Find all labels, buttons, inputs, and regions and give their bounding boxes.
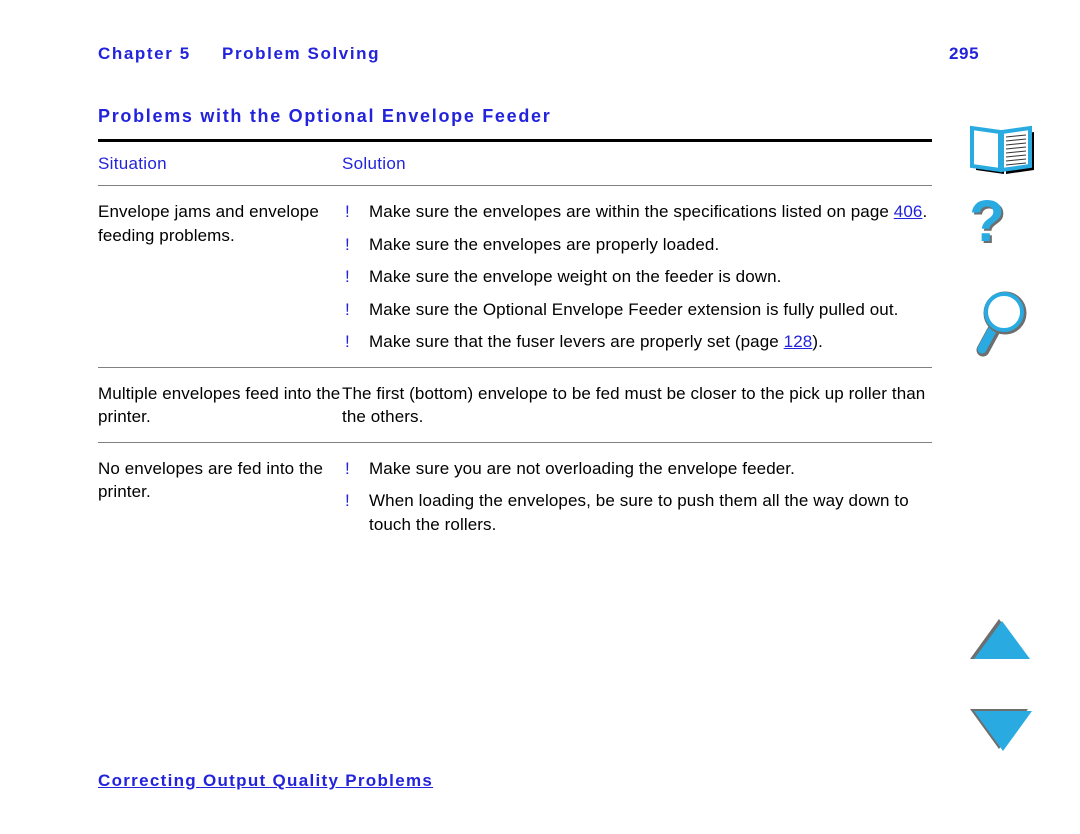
problems-table: Situation Solution Envelope jams and env… [98, 139, 932, 549]
bullet-text-tail: ). [812, 332, 823, 351]
bullet-marker-icon: ! [345, 267, 350, 286]
triangle-up-icon[interactable] [955, 615, 1047, 668]
bullet-text: Make sure that the fuser levers are prop… [369, 332, 784, 351]
bullet-marker-icon: ! [345, 458, 350, 478]
page-header: Chapter 5 Problem Solving 295 [98, 44, 998, 70]
bullet-text: When loading the envelopes, be sure to p… [369, 491, 909, 534]
bullet-marker-icon: ! [345, 234, 350, 254]
table-row: Multiple envelopes feed into the printer… [98, 368, 932, 442]
bullet-marker-icon: ! [345, 202, 350, 221]
list-item: ! When loading the envelopes, be sure to … [342, 489, 932, 536]
navigation-icon-rail: ? ? [955, 110, 1065, 770]
footer-section-link[interactable]: Correcting Output Quality Problems [98, 771, 433, 791]
table-row: Envelope jams and envelope feeding probl… [98, 186, 932, 367]
list-item: ! Make sure the envelopes are within the … [342, 200, 932, 224]
situation-text: No envelopes are fed into the printer. [98, 458, 323, 502]
question-mark-icon[interactable]: ? ? [955, 189, 1047, 268]
list-item: ! Make sure that the fuser levers are pro… [342, 330, 932, 354]
bullet-text: Make sure the envelope weight on the fee… [369, 267, 782, 286]
svg-text:?: ? [969, 193, 1004, 254]
bullet-text-tail: . [922, 202, 928, 221]
open-book-icon[interactable] [955, 118, 1047, 181]
page-reference-link[interactable]: 128 [784, 332, 813, 351]
chapter-label: Chapter 5 [98, 44, 191, 63]
list-item: ! Make sure the Optional Envelope Feeder … [342, 298, 932, 322]
chapter-title: Problem Solving [222, 44, 381, 63]
bullet-text: Make sure the Optional Envelope Feeder e… [369, 299, 899, 319]
list-item: ! Make sure the envelope weight on the fe… [342, 265, 932, 289]
bullet-marker-icon: ! [345, 299, 350, 319]
triangle-down-icon[interactable] [955, 705, 1047, 758]
solution-text: The first (bottom) envelope to be fed mu… [342, 383, 926, 427]
page-number: 295 [949, 44, 980, 63]
solution-bullet-list: ! Make sure the envelopes are within the … [342, 200, 932, 354]
bullet-text: Make sure you are not overloading the en… [369, 458, 795, 478]
bullet-marker-icon: ! [345, 332, 350, 351]
table-header-row: Situation Solution [98, 142, 932, 185]
list-item: ! Make sure you are not overloading the e… [342, 457, 932, 481]
magnifying-glass-icon[interactable] [955, 288, 1047, 365]
column-header-situation: Situation [98, 154, 167, 173]
section-title: Problems with the Optional Envelope Feed… [98, 106, 552, 126]
table-row: No envelopes are fed into the printer. !… [98, 443, 932, 550]
bullet-text: Make sure the envelopes are properly loa… [369, 234, 720, 254]
page-reference-link[interactable]: 406 [894, 202, 923, 221]
column-header-solution: Solution [342, 154, 406, 173]
solution-bullet-list: ! Make sure you are not overloading the e… [342, 457, 932, 537]
list-item: ! Make sure the envelopes are properly lo… [342, 233, 932, 257]
bullet-marker-icon: ! [345, 491, 350, 510]
situation-text: Envelope jams and envelope feeding probl… [98, 202, 319, 245]
situation-text: Multiple envelopes feed into the printer… [98, 383, 341, 427]
bullet-text: Make sure the envelopes are within the s… [369, 202, 894, 221]
